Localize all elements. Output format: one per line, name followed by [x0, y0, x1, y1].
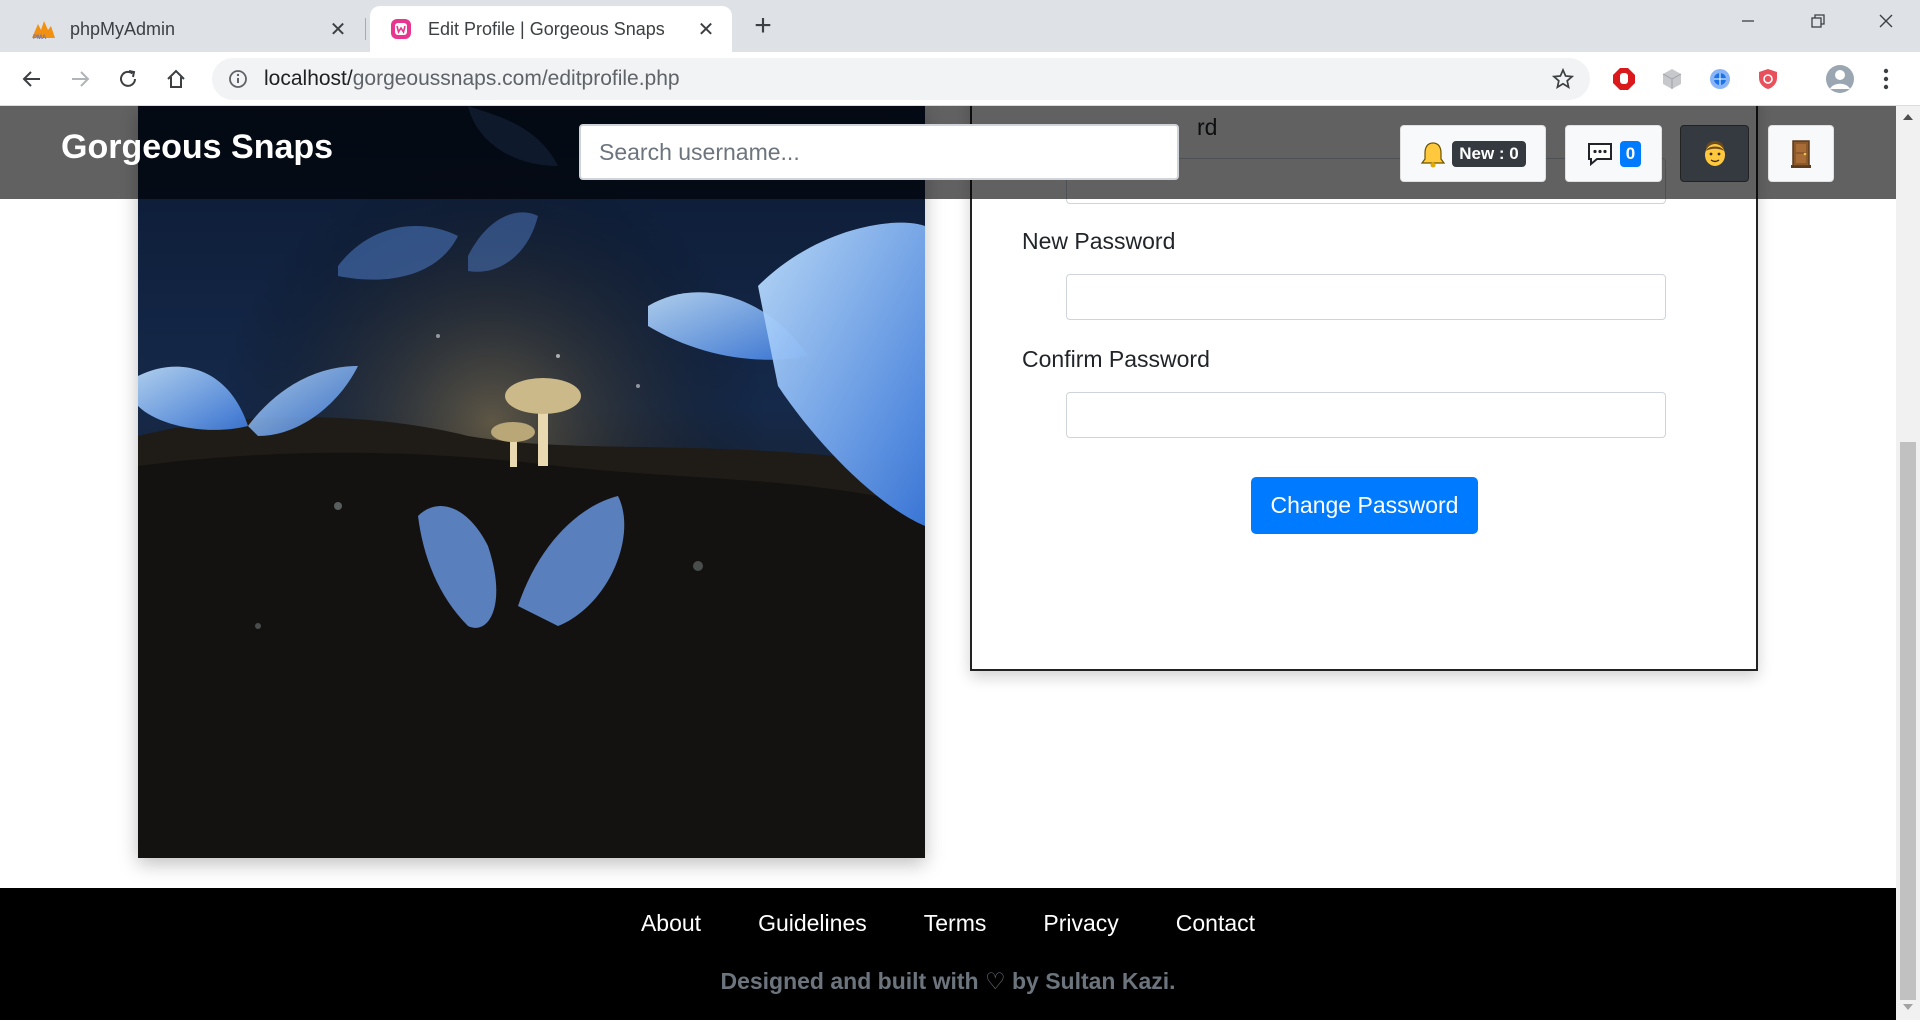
browser-tab-bar: PMA phpMyAdmin ✕ Edit Profile | Gorgeous… [0, 0, 1920, 52]
messages-badge: 0 [1619, 140, 1642, 167]
shield-extension-icon[interactable] [1754, 65, 1782, 93]
address-bar[interactable]: localhost/gorgeoussnaps.com/editprofile.… [212, 58, 1590, 100]
scroll-down-arrow-icon[interactable] [1903, 1004, 1913, 1010]
logout-button[interactable] [1768, 125, 1834, 182]
confirm-password-field[interactable] [1066, 392, 1666, 438]
tab-title: phpMyAdmin [70, 18, 176, 39]
scroll-up-arrow-icon[interactable] [1903, 114, 1913, 120]
new-password-label: New Password [1022, 228, 1176, 254]
wamp-icon [388, 17, 414, 41]
url-path: gorgeoussnaps.com/editprofile.php [352, 67, 680, 90]
close-tab-icon[interactable]: ✕ [326, 17, 350, 41]
svg-text:PMA: PMA [33, 35, 47, 40]
new-password-field[interactable] [1066, 274, 1666, 320]
bookmark-star-icon[interactable] [1552, 68, 1574, 90]
footer-link-about[interactable]: About [641, 910, 701, 937]
confirm-password-label: Confirm Password [1022, 346, 1210, 372]
footer-credit: Designed and built with ♡ by Sultan Kazi… [720, 968, 1176, 994]
restore-icon[interactable] [1790, 0, 1846, 42]
tab-separator [365, 18, 366, 40]
browser-toolbar: localhost/gorgeoussnaps.com/editprofile.… [0, 52, 1920, 106]
page-scrollbar[interactable] [1896, 106, 1920, 1020]
menu-kebab-icon[interactable] [1872, 65, 1900, 93]
close-tab-icon[interactable]: ✕ [694, 17, 718, 41]
username-search-input[interactable] [579, 124, 1179, 180]
footer-link-terms[interactable]: Terms [924, 910, 987, 937]
home-icon[interactable] [160, 63, 192, 95]
site-brand[interactable]: Gorgeous Snaps [61, 128, 333, 167]
site-navbar: Gorgeous Snaps New : 0 0 [0, 106, 1896, 199]
speech-bubble-icon [1586, 141, 1614, 167]
footer-links: About Guidelines Terms Privacy Contact [0, 910, 1896, 937]
site-footer: About Guidelines Terms Privacy Contact D… [0, 888, 1896, 1020]
profile-photo [138, 106, 925, 858]
adblock-icon[interactable] [1610, 65, 1638, 93]
scrollbar-thumb[interactable] [1900, 442, 1916, 1000]
forward-icon[interactable] [64, 63, 96, 95]
notifications-button[interactable]: New : 0 [1400, 125, 1546, 182]
profile-button[interactable] [1680, 125, 1749, 182]
reload-icon[interactable] [112, 63, 144, 95]
info-icon[interactable] [228, 69, 248, 89]
change-password-button[interactable]: Change Password [1251, 477, 1478, 534]
footer-link-privacy[interactable]: Privacy [1043, 910, 1118, 937]
smiley-face-icon [1701, 139, 1729, 169]
tab-edit-profile[interactable]: Edit Profile | Gorgeous Snaps ✕ [370, 6, 732, 52]
footer-link-contact[interactable]: Contact [1176, 910, 1255, 937]
profile-avatar-icon[interactable] [1824, 63, 1856, 95]
footer-link-guidelines[interactable]: Guidelines [758, 910, 867, 937]
globe-extension-icon[interactable] [1706, 65, 1734, 93]
phpmyadmin-icon: PMA [30, 17, 56, 41]
minimize-icon[interactable] [1720, 0, 1776, 42]
tab-phpmyadmin[interactable]: PMA phpMyAdmin ✕ [12, 6, 364, 52]
notifications-badge: New : 0 [1452, 140, 1526, 167]
close-window-icon[interactable] [1858, 0, 1914, 42]
cube-extension-icon[interactable] [1658, 65, 1686, 93]
tab-title: Edit Profile | Gorgeous Snaps [428, 18, 665, 39]
back-icon[interactable] [16, 63, 48, 95]
messages-button[interactable]: 0 [1565, 125, 1662, 182]
door-icon [1789, 139, 1813, 169]
new-tab-button[interactable]: + [748, 11, 778, 42]
bell-icon [1420, 140, 1446, 168]
page-viewport: rd New Password Confirm Password Change … [0, 106, 1896, 1020]
url-host: localhost/ [264, 67, 353, 90]
